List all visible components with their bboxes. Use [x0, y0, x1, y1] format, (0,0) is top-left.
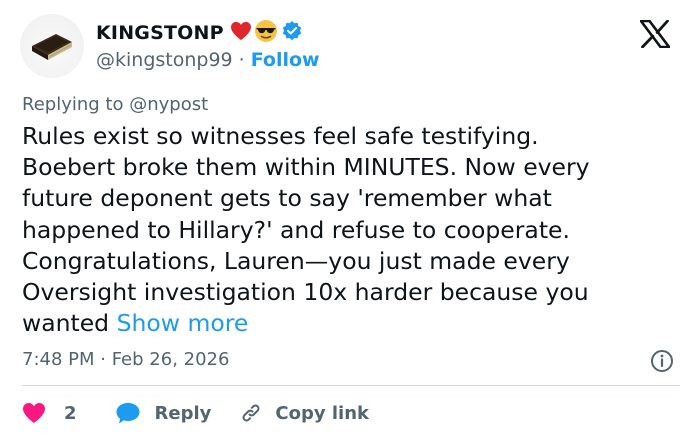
- tweet-line: Rules exist so witnesses feel safe testi…: [22, 122, 539, 150]
- name-row: KINGSTONP: [96, 18, 320, 48]
- like-button[interactable]: 2: [22, 402, 77, 424]
- x-logo-icon[interactable]: [640, 20, 670, 48]
- tweet-line: wanted: [22, 309, 117, 338]
- handle[interactable]: @kingstonp99: [96, 49, 233, 71]
- reply-context: Replying to @nypost: [22, 94, 208, 115]
- like-count: 2: [64, 402, 77, 424]
- separator: ·: [238, 49, 245, 71]
- action-bar: 2 Reply Copy link: [22, 396, 369, 430]
- tweet-text: Rules exist so witnesses feel safe testi…: [22, 121, 682, 339]
- reply-mention-link[interactable]: @nypost: [129, 94, 208, 115]
- sunglasses-face-icon: [254, 19, 278, 47]
- timestamp[interactable]: 7:48 PM · Feb 26, 2026: [22, 349, 229, 370]
- heart-icon: [23, 403, 45, 423]
- author-block: KINGSTONP @kingstonp99 · Follow: [96, 18, 320, 71]
- follow-button[interactable]: Follow: [251, 49, 320, 71]
- info-icon[interactable]: [650, 349, 674, 373]
- red-heart-icon: [230, 21, 252, 45]
- handle-row: @kingstonp99 · Follow: [96, 49, 320, 71]
- copy-link-button[interactable]: Copy link: [239, 401, 369, 425]
- display-name[interactable]: KINGSTONP: [96, 22, 224, 44]
- show-more-link[interactable]: Show more: [117, 309, 249, 337]
- book-icon: [32, 34, 72, 60]
- reply-label: Reply: [154, 402, 212, 424]
- tweet-line-last: wanted Show more: [22, 308, 682, 339]
- tweet-line: Boebert broke them within MINUTES. Now e…: [22, 153, 590, 182]
- copy-link-label: Copy link: [275, 402, 369, 424]
- avatar[interactable]: [20, 14, 84, 78]
- divider: [22, 385, 680, 386]
- link-icon: [242, 404, 260, 422]
- tweet-line: Congratulations, Lauren—you just made ev…: [22, 246, 570, 275]
- tweet-line: future deponent gets to say 'remember wh…: [22, 184, 552, 213]
- tweet-line: Oversight investigation 10x harder becau…: [22, 278, 589, 307]
- reply-button[interactable]: Reply: [115, 401, 212, 425]
- speech-bubble-icon: [116, 403, 140, 424]
- reply-context-prefix: Replying to: [22, 94, 130, 115]
- verified-badge-icon: [281, 20, 303, 46]
- tweet-line: happened to Hillary?' and refuse to coop…: [22, 215, 570, 244]
